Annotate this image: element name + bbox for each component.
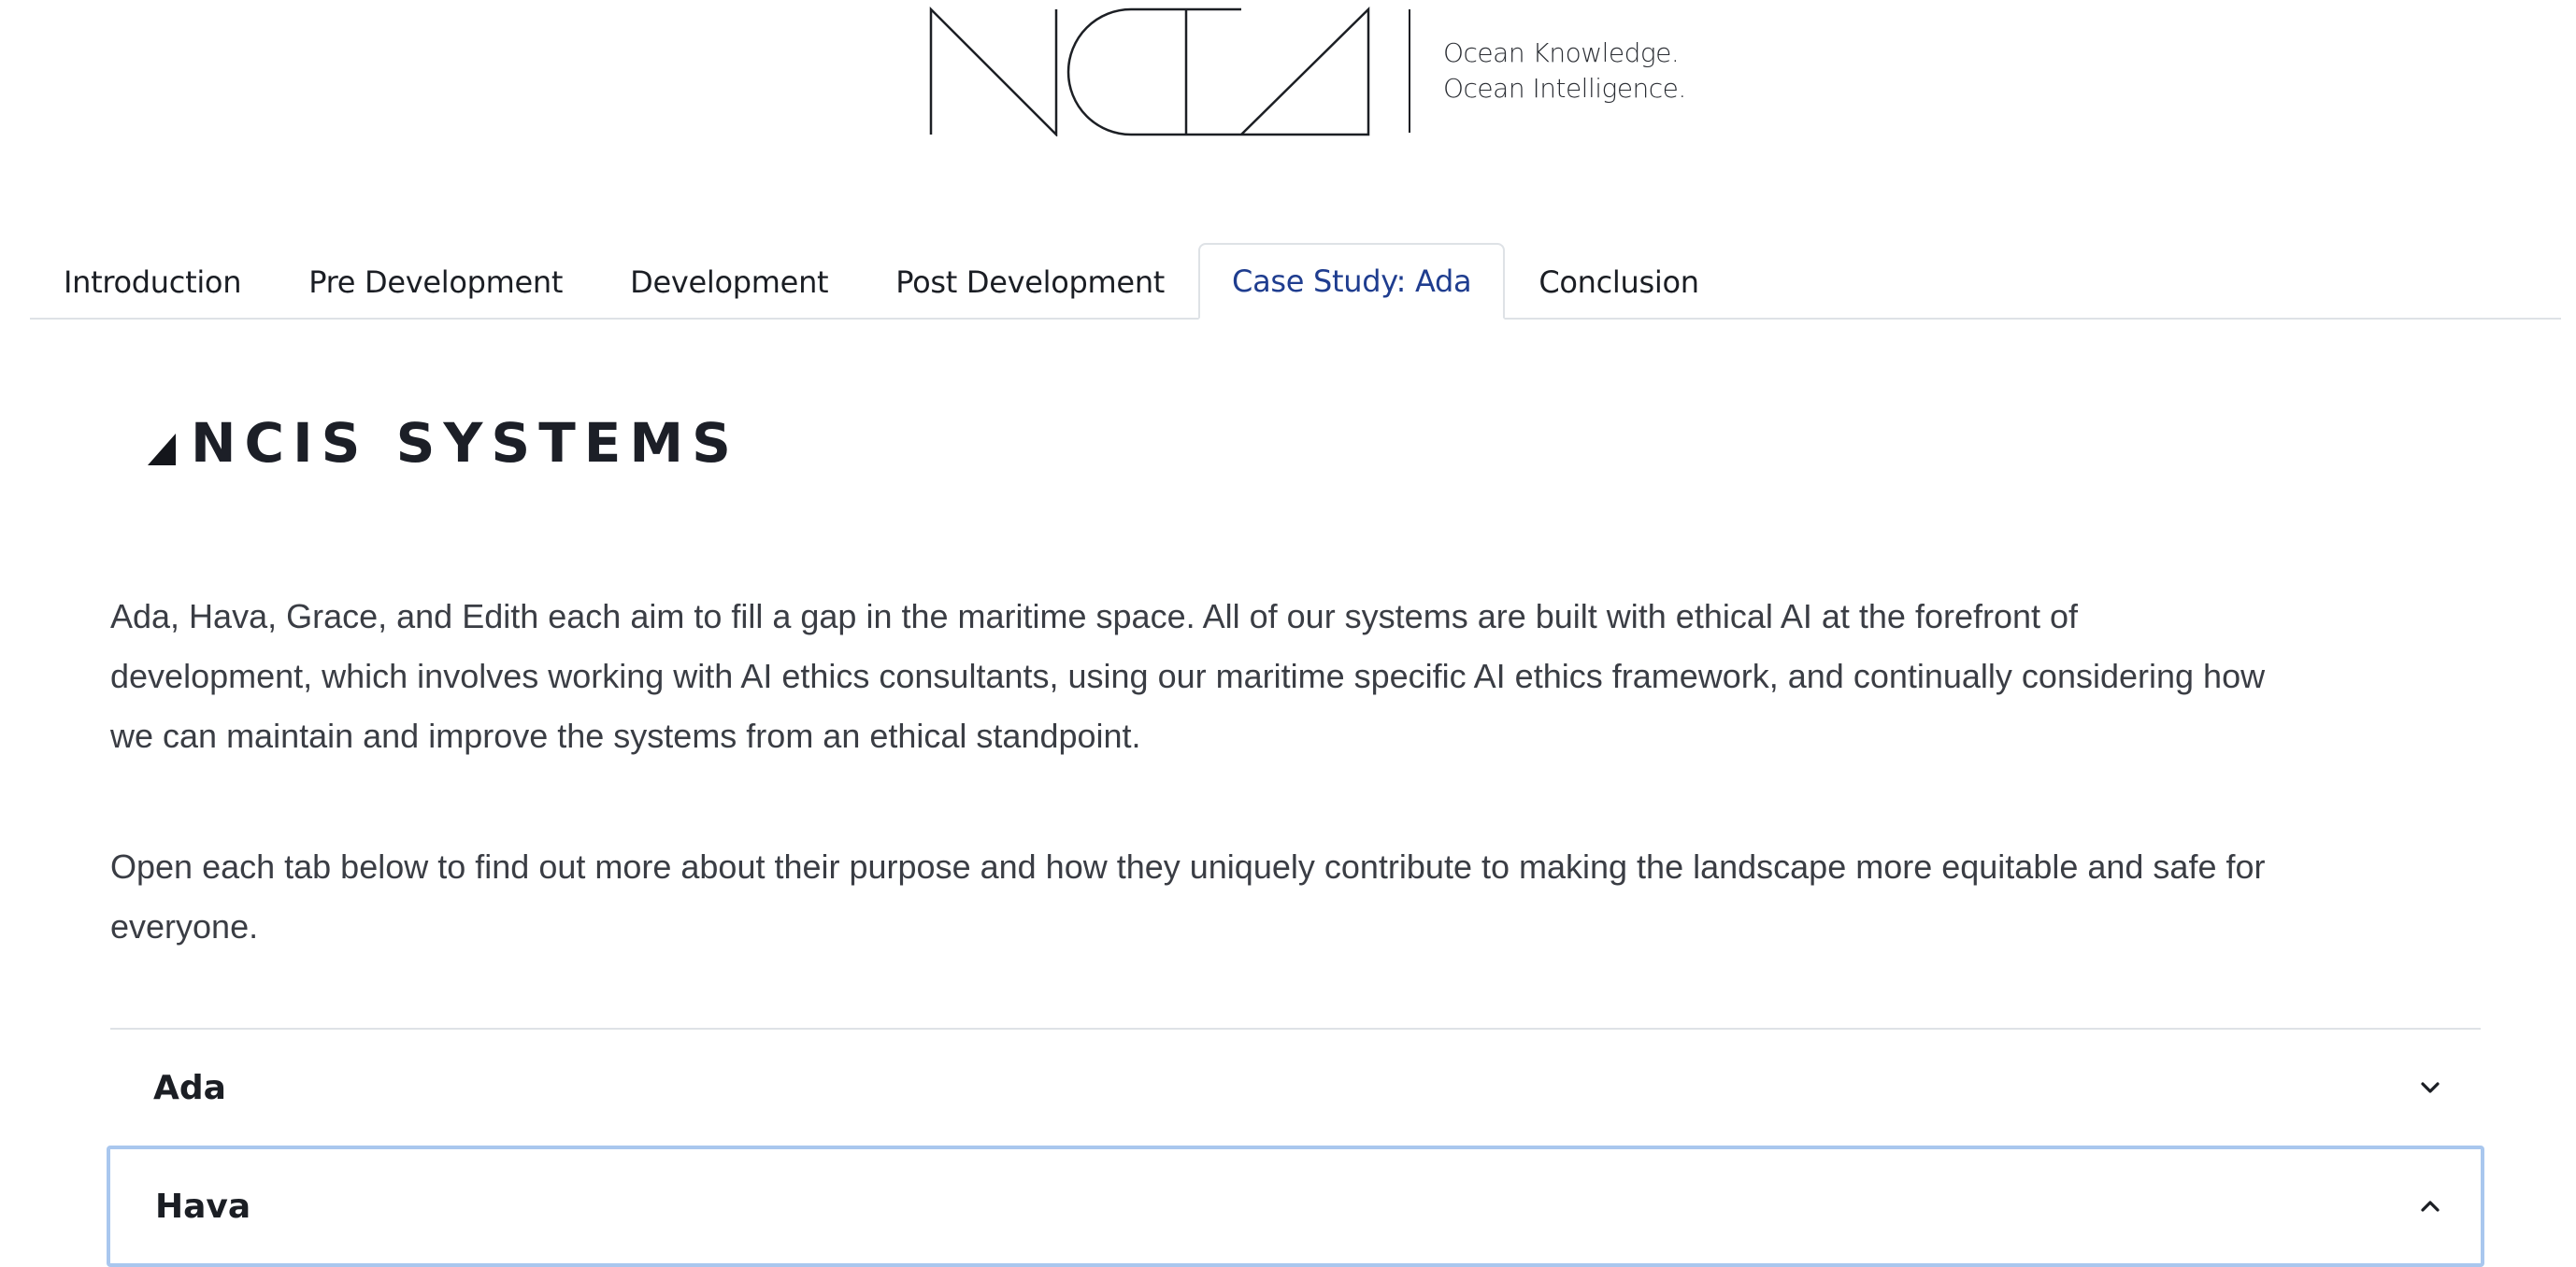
systems-accordion: Ada Hava <box>107 1028 2484 1267</box>
tab-development[interactable]: Development <box>596 243 862 320</box>
tagline-line-1: Ocean Knowledge. <box>1443 37 1680 68</box>
tab-pre-development[interactable]: Pre Development <box>275 243 596 320</box>
accordion-item-hava[interactable]: Hava <box>107 1146 2484 1267</box>
triangle-icon <box>148 434 176 465</box>
ncia-logo[interactable] <box>925 4 1374 136</box>
tagline: Ocean Knowledge. Ocean Intelligence. <box>1443 36 1686 107</box>
tab-post-development[interactable]: Post Development <box>862 243 1198 320</box>
logo-divider <box>1409 9 1410 133</box>
accordion-title: Hava <box>155 1187 251 1226</box>
tab-introduction[interactable]: Introduction <box>30 243 275 320</box>
section-heading: NCIS SYSTEMS <box>148 411 739 475</box>
tab-bar: Introduction Pre Development Development… <box>30 243 2561 320</box>
section-title: NCIS SYSTEMS <box>191 411 739 475</box>
accordion-item-ada[interactable]: Ada <box>110 1028 2481 1146</box>
tagline-line-2: Ocean Intelligence. <box>1443 73 1686 104</box>
accordion-title: Ada <box>153 1068 226 1107</box>
chevron-down-icon <box>2417 1075 2443 1101</box>
tab-conclusion[interactable]: Conclusion <box>1505 243 1732 320</box>
chevron-up-icon <box>2417 1193 2443 1219</box>
instruction-paragraph: Open each tab below to find out more abo… <box>110 847 2266 946</box>
intro-paragraph: Ada, Hava, Grace, and Edith each aim to … <box>110 597 2266 755</box>
tab-case-study-ada[interactable]: Case Study: Ada <box>1198 243 1506 320</box>
site-header: Ocean Knowledge. Ocean Intelligence. <box>0 0 2576 149</box>
